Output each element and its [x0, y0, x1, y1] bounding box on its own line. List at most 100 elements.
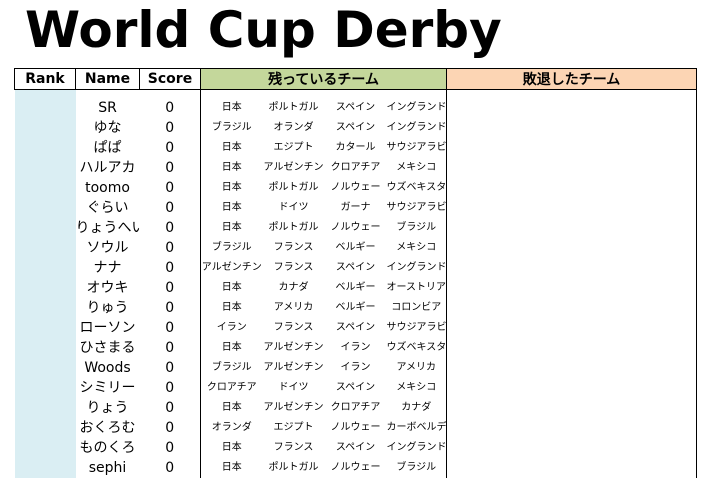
- remaining-team-cell[interactable]: ブラジル: [200, 238, 263, 258]
- team-cell[interactable]: [200, 89, 263, 98]
- score-cell[interactable]: 0: [140, 378, 201, 398]
- remaining-team-cell[interactable]: ブラジル: [387, 458, 447, 478]
- remaining-team-cell[interactable]: ガーナ: [325, 198, 387, 218]
- remaining-team-cell[interactable]: ノルウェー: [325, 418, 387, 438]
- score-cell[interactable]: 0: [140, 118, 201, 138]
- eliminated-teams-header[interactable]: 敗退したチーム: [446, 68, 698, 90]
- remaining-team-cell[interactable]: 日本: [200, 138, 263, 158]
- remaining-team-cell[interactable]: ノルウェー: [325, 178, 387, 198]
- rank-cell[interactable]: [14, 418, 76, 438]
- eliminated-team-cell[interactable]: [446, 118, 698, 138]
- remaining-team-cell[interactable]: オランダ: [263, 118, 325, 138]
- remaining-team-cell[interactable]: アルゼンチン: [263, 358, 325, 378]
- player-name-cell[interactable]: sephi: [76, 458, 140, 478]
- remaining-team-cell[interactable]: イラン: [325, 338, 387, 358]
- rank-cell[interactable]: [14, 89, 76, 98]
- remaining-team-cell[interactable]: メキシコ: [387, 158, 447, 178]
- remaining-team-cell[interactable]: アルゼンチン: [200, 258, 263, 278]
- eliminated-team-cell[interactable]: [446, 358, 698, 378]
- eliminated-team-cell[interactable]: [446, 258, 698, 278]
- eliminated-team-cell[interactable]: [446, 278, 698, 298]
- player-name-cell[interactable]: ものくろ: [76, 438, 140, 458]
- rank-cell[interactable]: [14, 118, 76, 138]
- player-name-cell[interactable]: toomo: [76, 178, 140, 198]
- remaining-team-cell[interactable]: ブラジル: [200, 118, 263, 138]
- remaining-team-cell[interactable]: カナダ: [263, 278, 325, 298]
- player-name-cell[interactable]: Woods: [76, 358, 140, 378]
- team-cell[interactable]: [387, 90, 447, 99]
- rank-cell[interactable]: [14, 98, 76, 118]
- remaining-team-cell[interactable]: クロアチア: [200, 378, 263, 398]
- rank-cell[interactable]: [14, 138, 76, 158]
- rank-cell[interactable]: [14, 178, 76, 198]
- remaining-team-cell[interactable]: イングランド: [387, 118, 447, 138]
- eliminated-team-cell[interactable]: [446, 338, 698, 358]
- player-name-cell[interactable]: りょうへい: [76, 218, 140, 238]
- rank-cell[interactable]: [14, 438, 76, 458]
- remaining-team-cell[interactable]: ドイツ: [263, 378, 325, 398]
- remaining-team-cell[interactable]: ベルギー: [325, 278, 387, 298]
- remaining-team-cell[interactable]: フランス: [263, 258, 325, 278]
- remaining-team-cell[interactable]: コロンビア: [387, 298, 447, 318]
- eliminated-team-cell[interactable]: [446, 238, 698, 258]
- name-header[interactable]: Name: [75, 68, 140, 90]
- remaining-team-cell[interactable]: 日本: [200, 438, 263, 458]
- remaining-team-cell[interactable]: メキシコ: [387, 378, 447, 398]
- remaining-team-cell[interactable]: ポルトガル: [263, 98, 325, 118]
- remaining-team-cell[interactable]: ポルトガル: [263, 218, 325, 238]
- eliminated-team-cell[interactable]: [446, 138, 698, 158]
- player-name-cell[interactable]: ローソン: [76, 318, 140, 338]
- remaining-team-cell[interactable]: カナダ: [387, 398, 447, 418]
- remaining-team-cell[interactable]: 日本: [200, 338, 263, 358]
- remaining-team-cell[interactable]: ドイツ: [263, 198, 325, 218]
- remaining-team-cell[interactable]: オーストリア: [387, 278, 447, 298]
- remaining-team-cell[interactable]: イングランド: [387, 258, 447, 278]
- remaining-team-cell[interactable]: カタール: [325, 138, 387, 158]
- remaining-team-cell[interactable]: カーボベルデ: [387, 418, 447, 438]
- player-name-cell[interactable]: SR: [76, 98, 140, 118]
- score-header[interactable]: Score: [139, 68, 201, 90]
- remaining-team-cell[interactable]: アルゼンチン: [263, 338, 325, 358]
- remaining-team-cell[interactable]: 日本: [200, 278, 263, 298]
- score-cell[interactable]: 0: [140, 418, 201, 438]
- remaining-team-cell[interactable]: フランス: [263, 438, 325, 458]
- remaining-team-cell[interactable]: フランス: [263, 318, 325, 338]
- rank-cell[interactable]: [14, 218, 76, 238]
- remaining-team-cell[interactable]: イングランド: [387, 438, 447, 458]
- score-cell[interactable]: 0: [140, 358, 201, 378]
- player-name-cell[interactable]: ナナ: [76, 258, 140, 278]
- remaining-team-cell[interactable]: ベルギー: [325, 238, 387, 258]
- score-cell[interactable]: 0: [140, 458, 201, 478]
- player-name-cell[interactable]: ハルアカ: [76, 158, 140, 178]
- remaining-team-cell[interactable]: フランス: [263, 238, 325, 258]
- eliminated-team-cell[interactable]: [446, 178, 698, 198]
- remaining-teams-header[interactable]: 残っているチーム: [199, 68, 448, 90]
- eliminated-team-cell[interactable]: [446, 158, 698, 178]
- score-cell[interactable]: 0: [140, 238, 201, 258]
- remaining-team-cell[interactable]: 日本: [200, 218, 263, 238]
- eliminated-team-cell[interactable]: [446, 458, 698, 478]
- rank-cell[interactable]: [14, 378, 76, 398]
- remaining-team-cell[interactable]: スペイン: [325, 378, 387, 398]
- remaining-team-cell[interactable]: アメリカ: [387, 358, 447, 378]
- remaining-team-cell[interactable]: メキシコ: [387, 238, 447, 258]
- remaining-team-cell[interactable]: ノルウェー: [325, 458, 387, 478]
- rank-cell[interactable]: [14, 198, 76, 218]
- remaining-team-cell[interactable]: アメリカ: [263, 298, 325, 318]
- score-cell[interactable]: 0: [140, 318, 201, 338]
- eliminated-team-cell[interactable]: [446, 298, 698, 318]
- rank-cell[interactable]: [14, 458, 76, 478]
- score-cell[interactable]: [140, 90, 201, 99]
- remaining-team-cell[interactable]: 日本: [200, 178, 263, 198]
- rank-cell[interactable]: [14, 238, 76, 258]
- rank-cell[interactable]: [14, 258, 76, 278]
- score-cell[interactable]: 0: [140, 178, 201, 198]
- score-cell[interactable]: 0: [140, 278, 201, 298]
- score-cell[interactable]: 0: [140, 338, 201, 358]
- team-cell[interactable]: [325, 90, 387, 99]
- remaining-team-cell[interactable]: スペイン: [325, 118, 387, 138]
- player-name-cell[interactable]: おくろむ: [76, 418, 140, 438]
- remaining-team-cell[interactable]: 日本: [200, 98, 263, 118]
- remaining-team-cell[interactable]: エジプト: [263, 418, 325, 438]
- rank-cell[interactable]: [14, 298, 76, 318]
